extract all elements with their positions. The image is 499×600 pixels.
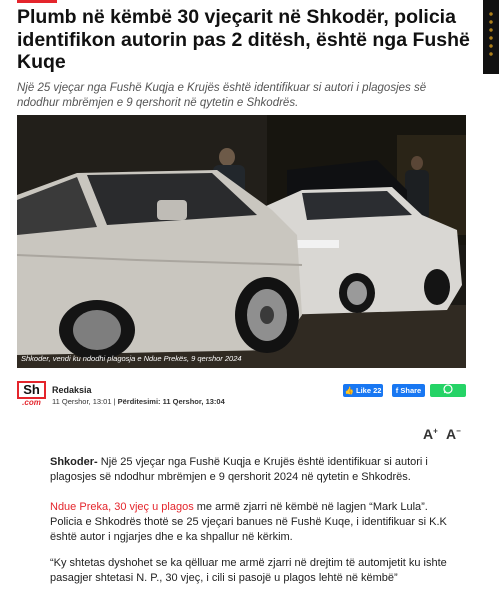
author-name[interactable]: Redaksia <box>52 385 92 395</box>
paragraph-3: “Ky shtetas dyshohet se ka qëlluar me ar… <box>50 557 447 584</box>
updated-date: Përditesimi: 11 Qershor, 13:04 <box>117 397 225 406</box>
site-logo[interactable]: Sh .com <box>17 381 46 409</box>
whatsapp-icon <box>443 384 453 394</box>
byline: Sh .com Redaksia 11 Qershor, 13:01 | Për… <box>17 381 466 409</box>
side-ad-banner[interactable] <box>483 0 499 74</box>
paragraph-1-text: Një 25 vjeçar nga Fushë Kuqja e Krujës ë… <box>50 456 428 483</box>
photo-caption: Shkoder, vendi ku ndodhi plagosja e Ndue… <box>21 354 242 363</box>
article-photo: Shkoder, vendi ku ndodhi plagosja e Ndue… <box>17 115 466 368</box>
share-label: Share <box>400 386 422 395</box>
paragraph-1: Shkoder- Një 25 vjeçar nga Fushë Kuqja e… <box>50 455 450 485</box>
like-label: Like 22 <box>356 386 382 395</box>
related-article-link[interactable]: Ndue Preka, 30 vjeç u plagos <box>50 501 194 513</box>
dateline: Shkoder- <box>50 456 98 468</box>
font-increase-button[interactable]: A+ <box>423 426 438 442</box>
facebook-share-button[interactable]: f Share <box>392 384 425 397</box>
logo-sub: .com <box>22 398 41 407</box>
article-lead: Një 25 vjeçar nga Fushë Kuqja e Krujës ë… <box>17 82 427 109</box>
logo-main: Sh <box>17 381 46 399</box>
facebook-icon: f <box>395 386 399 395</box>
publish-dates: 11 Qershor, 13:01 | Përditesimi: 11 Qers… <box>52 397 225 406</box>
category-marker <box>17 0 57 3</box>
whatsapp-share-button[interactable] <box>430 384 466 397</box>
facebook-like-button[interactable]: 👍 Like 22 <box>343 384 383 397</box>
paragraph-2: Ndue Preka, 30 vjeç u plagos me armë zja… <box>50 500 450 545</box>
published-date: 11 Qershor, 13:01 | <box>52 397 116 406</box>
font-decrease-button[interactable]: A− <box>446 426 461 442</box>
thumbs-up-icon: 👍 <box>344 386 354 395</box>
photo-image <box>17 115 466 368</box>
article-title: Plumb në këmbë 30 vjeçarit në Shkodër, p… <box>17 6 470 73</box>
